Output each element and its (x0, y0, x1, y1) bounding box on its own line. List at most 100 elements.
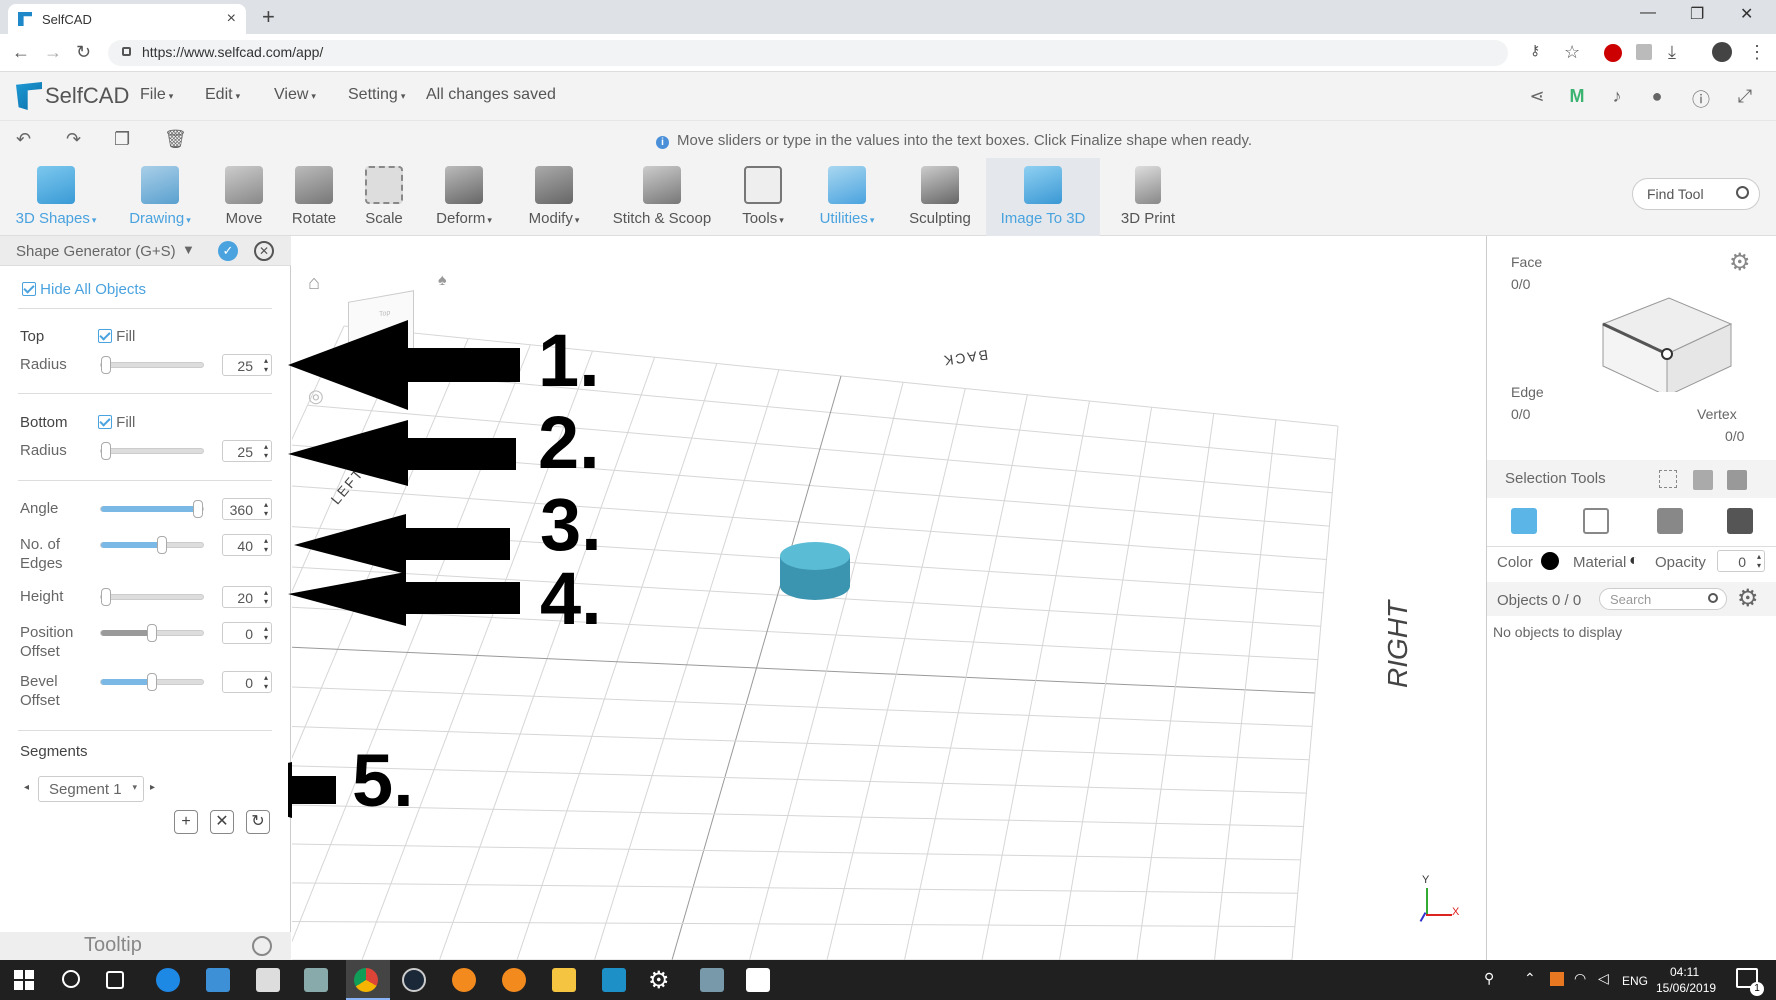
key-icon[interactable]: ⚷ (1530, 42, 1540, 59)
tool-stitch-scoop[interactable]: Stitch & Scoop (606, 158, 718, 236)
info-icon[interactable]: ⓘ (1690, 86, 1712, 110)
task-view-icon[interactable] (106, 971, 124, 989)
reset-segment-button[interactable]: ↻ (246, 810, 270, 834)
language-indicator[interactable]: ENG (1622, 974, 1648, 988)
opacity-input[interactable]: 0 (1717, 550, 1765, 572)
color-swatch[interactable] (1541, 552, 1559, 570)
bottom-radius-input[interactable]: 25 (222, 440, 272, 462)
file-explorer-icon[interactable] (552, 968, 576, 992)
undo-icon[interactable]: ↶ (16, 129, 31, 150)
edges-input[interactable]: 40 (222, 534, 272, 556)
tooltip-bar[interactable]: Tooltip (0, 932, 291, 960)
bottom-radius-slider[interactable] (100, 442, 204, 460)
mail-icon[interactable] (256, 968, 280, 992)
back-arrow-icon[interactable]: ← (12, 42, 30, 63)
tool-drawing[interactable]: Drawing ▾ (114, 158, 206, 236)
tool-deform[interactable]: Deform ▾ (424, 158, 504, 236)
download-icon[interactable]: ⤓ (1668, 42, 1676, 63)
delete-segment-button[interactable]: ✕ (210, 810, 234, 834)
clock-time[interactable]: 04:11 (1670, 965, 1699, 979)
tray-app-icon[interactable] (1550, 972, 1564, 986)
profile-avatar[interactable] (1712, 42, 1732, 62)
tool-utilities[interactable]: Utilities ▾ (808, 158, 886, 236)
home-view-icon[interactable]: ⌂ (308, 272, 320, 295)
angle-input[interactable]: 360 (222, 498, 272, 520)
bevel-offset-slider[interactable] (100, 673, 204, 691)
windows-start-icon[interactable] (14, 970, 34, 990)
minimize-button[interactable]: — (1640, 4, 1656, 22)
reload-icon[interactable]: ↻ (76, 42, 91, 63)
bottom-fill-checkbox[interactable]: Fill (98, 414, 135, 431)
people-icon[interactable]: ⚲ (1484, 970, 1494, 987)
extension-icon[interactable] (1636, 44, 1652, 60)
top-fill-checkbox[interactable]: Fill (98, 328, 135, 345)
top-radius-slider[interactable] (100, 356, 204, 374)
tool-move[interactable]: Move (214, 158, 274, 236)
tooltip-toggle-icon[interactable] (252, 936, 272, 956)
menu-edit[interactable]: Edit ▾ (205, 86, 240, 104)
adblock-icon[interactable] (1604, 44, 1622, 62)
cylinder-object[interactable] (780, 542, 850, 600)
position-offset-slider[interactable] (100, 624, 204, 642)
wifi-icon[interactable]: ◠ (1574, 970, 1586, 987)
group-select-icon[interactable] (1693, 470, 1713, 490)
share-icon[interactable]: ⋖ (1526, 86, 1548, 108)
menu-setting[interactable]: Setting ▾ (348, 86, 405, 104)
vertex-mode-icon[interactable] (1727, 508, 1753, 534)
edge-browser-icon[interactable] (156, 968, 180, 992)
fullscreen-icon[interactable]: ⤢ (1734, 86, 1756, 108)
hide-all-objects-checkbox[interactable]: Hide All Objects (22, 281, 146, 298)
app-orange-icon[interactable] (452, 968, 476, 992)
edge-mode-icon[interactable] (1657, 508, 1683, 534)
copy-icon[interactable]: ❐ (114, 129, 130, 150)
bell-icon[interactable]: ♪ (1606, 86, 1628, 108)
url-field[interactable]: https://www.selfcad.com/app/ (108, 40, 1508, 66)
volume-icon[interactable]: ◁ (1598, 970, 1609, 987)
more-menu-icon[interactable]: ⋮ (1748, 42, 1766, 63)
forward-arrow-icon[interactable]: → (44, 42, 62, 63)
tray-chevron-icon[interactable]: ⌃ (1524, 970, 1536, 987)
search-circle-icon[interactable] (62, 970, 80, 988)
tool-scale[interactable]: Scale (356, 158, 412, 236)
magic-m-icon[interactable]: M (1566, 86, 1588, 108)
tool-modify[interactable]: Modify ▾ (516, 158, 592, 236)
cube-select-icon[interactable] (1727, 470, 1747, 490)
clock-date[interactable]: 15/06/2019 (1656, 981, 1716, 995)
selfcad-app-icon[interactable] (602, 968, 626, 992)
face-mode-icon[interactable] (1583, 508, 1609, 534)
tool-sculpting[interactable]: Sculpting (900, 158, 980, 236)
segment-next-icon[interactable]: ▸ (150, 782, 155, 793)
browser-tab[interactable]: SelfCAD × (8, 4, 246, 34)
restore-button[interactable]: ❐ (1690, 4, 1704, 24)
panel-dropdown-icon[interactable]: ▼ (182, 242, 195, 257)
app-icon[interactable] (304, 968, 328, 992)
new-tab-button[interactable]: + (262, 4, 275, 30)
camera-icon[interactable]: ♠ (438, 272, 447, 290)
user-icon[interactable]: ● (1646, 86, 1668, 108)
height-slider[interactable] (100, 588, 204, 606)
photos-icon[interactable] (746, 968, 770, 992)
segment-prev-icon[interactable]: ◂ (24, 782, 29, 793)
material-icon[interactable]: ◐ (1629, 552, 1639, 570)
steam-icon[interactable] (402, 968, 426, 992)
tool-3d-print[interactable]: 3D Print (1110, 158, 1186, 236)
paint-icon[interactable] (700, 968, 724, 992)
cancel-close-icon[interactable]: ✕ (254, 241, 274, 261)
edges-slider[interactable] (100, 536, 204, 554)
box-select-icon[interactable] (1659, 470, 1677, 488)
store-icon[interactable] (206, 968, 230, 992)
bevel-offset-input[interactable]: 0 (222, 671, 272, 693)
search-icon[interactable] (1736, 186, 1749, 199)
redo-icon[interactable]: ↷ (66, 129, 81, 150)
tool-rotate[interactable]: Rotate (282, 158, 346, 236)
object-mode-icon[interactable] (1511, 508, 1537, 534)
tool-image-to-3d[interactable]: Image To 3D (986, 158, 1100, 236)
menu-file[interactable]: File ▾ (140, 86, 173, 104)
height-input[interactable]: 20 (222, 586, 272, 608)
trash-icon[interactable]: 🗑 (164, 129, 187, 150)
menu-view[interactable]: View ▾ (274, 86, 316, 104)
star-icon[interactable]: ☆ (1564, 42, 1580, 63)
angle-slider[interactable] (100, 500, 204, 518)
tab-close-icon[interactable]: × (227, 10, 236, 28)
finalize-check-icon[interactable]: ✓ (218, 241, 238, 261)
